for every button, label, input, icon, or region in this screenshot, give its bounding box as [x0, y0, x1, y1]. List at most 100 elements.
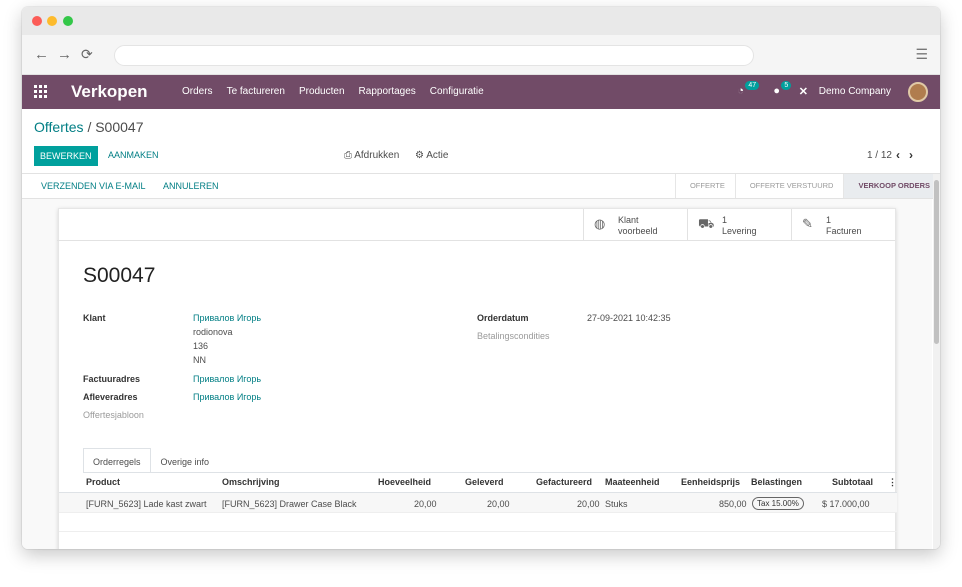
- reload-icon[interactable]: ⟳: [81, 46, 93, 63]
- stage-sales-order[interactable]: VERKOOP ORDERS: [843, 174, 940, 198]
- cell-description[interactable]: [FURN_5623] Drawer Case Black: [222, 499, 357, 509]
- print-icon: ⎙: [344, 150, 352, 161]
- maximize-window-button[interactable]: [63, 16, 73, 26]
- tab-other-info[interactable]: Overige info: [151, 448, 220, 473]
- menu-products[interactable]: Producten: [299, 86, 345, 97]
- breadcrumb-parent-link[interactable]: Offertes: [34, 119, 84, 135]
- stage-quotation[interactable]: OFFERTE: [674, 174, 735, 198]
- row-divider: [59, 531, 897, 532]
- delivery-button[interactable]: ⛟ 1 Levering: [687, 209, 791, 240]
- cell-invoiced[interactable]: 20,00: [577, 499, 600, 509]
- vertical-scrollbar[interactable]: [933, 174, 940, 549]
- order-date-label: Orderdatum: [477, 313, 529, 323]
- customer-link[interactable]: Привалов Игорь: [193, 313, 261, 323]
- control-panel: Offertes / S00047 BEWERKEN AANMAKEN ⎙ Af…: [22, 109, 940, 174]
- address-bar: ← → ⟳ ☰: [22, 35, 940, 75]
- create-button[interactable]: AANMAKEN: [108, 150, 159, 160]
- browser-window: ← → ⟳ ☰ Verkopen Orders Te factureren Pr…: [22, 7, 940, 549]
- customer-preview-label-1: Klant: [618, 215, 639, 225]
- action-button[interactable]: ⚙ Actie: [415, 150, 448, 161]
- menu-orders[interactable]: Orders: [182, 86, 213, 97]
- cell-delivered[interactable]: 20,00: [487, 499, 510, 509]
- debug-tools-icon[interactable]: ✕: [799, 85, 808, 98]
- delivery-address-label: Afleveradres: [83, 392, 138, 402]
- row-divider: [59, 512, 897, 513]
- scrollbar-thumb[interactable]: [934, 180, 939, 344]
- col-product[interactable]: Product: [86, 477, 120, 487]
- app-title[interactable]: Verkopen: [71, 82, 148, 102]
- breadcrumb-current: S00047: [95, 119, 144, 135]
- cell-product[interactable]: [FURN_5623] Lade kast zwart: [86, 499, 207, 509]
- delivery-address-link[interactable]: Привалов Игорь: [193, 392, 261, 402]
- col-taxes[interactable]: Belastingen: [751, 477, 802, 487]
- breadcrumb: Offertes / S00047: [34, 119, 144, 135]
- form-sheet: ◍ Klant voorbeeld ⛟ 1 Levering ✎ 1 Factu…: [57, 208, 897, 549]
- minimize-window-button[interactable]: [47, 16, 57, 26]
- browser-menu-icon[interactable]: ☰: [915, 46, 928, 63]
- invoices-button[interactable]: ✎ 1 Facturen: [791, 209, 895, 240]
- cell-uom[interactable]: Stuks: [605, 499, 628, 509]
- customer-address-line-3: NN: [193, 355, 206, 365]
- back-arrow-icon[interactable]: ←: [34, 46, 49, 63]
- pager-value[interactable]: 1 / 12: [867, 150, 892, 161]
- breadcrumb-separator: /: [87, 119, 92, 135]
- order-date-value: 27-09-2021 10:42:35: [587, 313, 671, 323]
- notebook-tabs: Orderregels Overige info: [83, 448, 219, 473]
- customer-preview-button[interactable]: ◍ Klant voorbeeld: [583, 209, 687, 240]
- print-label: Afdrukken: [354, 150, 400, 161]
- col-invoiced[interactable]: Gefactureerd: [536, 477, 592, 487]
- col-subtotal[interactable]: Subtotaal: [832, 477, 873, 487]
- company-switcher[interactable]: Demo Company: [819, 86, 891, 97]
- cell-quantity[interactable]: 20,00: [414, 499, 437, 509]
- col-quantity[interactable]: Hoeveelheid: [378, 477, 431, 487]
- menu-configuration[interactable]: Configuratie: [430, 86, 484, 97]
- status-stages: OFFERTE OFFERTE VERSTUURD VERKOOP ORDERS: [674, 174, 940, 198]
- apps-grid-icon[interactable]: [34, 85, 47, 98]
- menu-to-invoice[interactable]: Te factureren: [227, 86, 285, 97]
- delivery-label: Levering: [722, 226, 757, 236]
- tax-badge[interactable]: Tax 15.00%: [752, 497, 804, 510]
- menu-reporting[interactable]: Rapportages: [359, 86, 416, 97]
- url-input[interactable]: [114, 45, 754, 66]
- messages-chat-icon[interactable]: ● 5: [773, 81, 792, 97]
- pager-arrows: ‹›: [896, 148, 922, 162]
- tab-order-lines[interactable]: Orderregels: [83, 448, 151, 473]
- invoice-label: Facturen: [826, 226, 862, 236]
- truck-icon: ⛟: [698, 216, 715, 231]
- col-uom[interactable]: Maateenheid: [605, 477, 660, 487]
- column-options-icon[interactable]: ⋮: [888, 477, 897, 488]
- globe-icon: ◍: [594, 216, 606, 231]
- col-delivered[interactable]: Geleverd: [465, 477, 504, 487]
- action-label: Actie: [426, 150, 449, 161]
- cancel-button[interactable]: ANNULEREN: [163, 181, 219, 191]
- smart-buttons: ◍ Klant voorbeeld ⛟ 1 Levering ✎ 1 Factu…: [57, 209, 895, 241]
- invoice-address-link[interactable]: Привалов Игорь: [193, 374, 261, 384]
- customer-address-line-1: rodionova: [193, 327, 233, 337]
- payment-terms-label: Betalingscondities: [477, 331, 550, 341]
- invoice-address-label: Factuuradres: [83, 374, 141, 384]
- pencil-square-icon: ✎: [802, 216, 813, 231]
- user-avatar[interactable]: [908, 82, 928, 102]
- customer-label: Klant: [83, 313, 106, 323]
- customer-preview-label-2: voorbeeld: [618, 226, 658, 236]
- close-window-button[interactable]: [32, 16, 42, 26]
- col-description[interactable]: Omschrijving: [222, 477, 280, 487]
- customer-address-line-2: 136: [193, 341, 209, 351]
- forward-arrow-icon[interactable]: →: [57, 46, 72, 63]
- tab-divider: [83, 472, 897, 473]
- chevron-left-icon[interactable]: ‹: [896, 148, 909, 162]
- send-by-email-button[interactable]: VERZENDEN VIA E-MAIL: [41, 181, 146, 191]
- cell-subtotal[interactable]: $ 17.000,00: [822, 499, 870, 509]
- title-bar: [22, 7, 940, 35]
- status-bar: VERZENDEN VIA E-MAIL ANNULEREN OFFERTE O…: [22, 174, 940, 199]
- activity-clock-icon[interactable]: ◔ 47: [737, 81, 760, 97]
- col-unit-price[interactable]: Eenheidsprijs: [681, 477, 740, 487]
- cell-unit-price[interactable]: 850,00: [719, 499, 747, 509]
- stage-quotation-sent[interactable]: OFFERTE VERSTUURD: [734, 174, 844, 198]
- print-button[interactable]: ⎙ Afdrukken: [344, 150, 399, 161]
- chevron-right-icon[interactable]: ›: [909, 148, 922, 162]
- edit-button[interactable]: BEWERKEN: [34, 146, 98, 166]
- gear-icon: ⚙: [415, 150, 424, 161]
- message-count-badge: 5: [781, 81, 792, 90]
- form-canvas: ◍ Klant voorbeeld ⛟ 1 Levering ✎ 1 Factu…: [22, 199, 932, 549]
